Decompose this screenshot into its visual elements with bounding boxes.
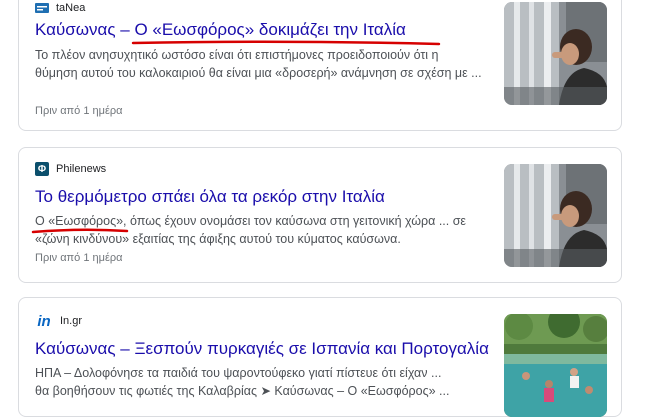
news-source: taNea: [35, 1, 85, 15]
woman-at-fountain-thumbnail[interactable]: [504, 164, 607, 267]
phi-icon: Φ: [35, 162, 49, 176]
source-name: In.gr: [60, 315, 83, 327]
snippet-line: Το πλέον ανησυχητικό ωστόσο είναι ότι επ…: [35, 48, 439, 62]
news-card-2[interactable]: Φ Philenews Το θερμόμετρο σπάει όλα τα ρ…: [18, 147, 622, 283]
snippet-line: ΗΠΑ – Δολοφόνησε τα παιδιά του ψαροντούφ…: [35, 366, 442, 380]
news-title-link[interactable]: Καύσωνας – Ξεσπούν πυρκαγιές σε Ισπανία …: [35, 339, 489, 359]
in-logo-icon: in: [37, 312, 51, 330]
woman-at-fountain-thumbnail[interactable]: [504, 2, 607, 105]
red-underline-annotation: [31, 228, 129, 234]
timestamp: Πριν από 1 ημέρα: [35, 105, 123, 117]
news-snippet: ΗΠΑ – Δολοφόνησε τα παιδιά του ψαροντούφ…: [35, 364, 490, 400]
news-snippet: Το πλέον ανησυχητικό ωστόσο είναι ότι επ…: [35, 46, 490, 82]
snippet-line: θύμηση αυτού του καλοκαιριού θα είναι μι…: [35, 66, 482, 80]
source-name: Philenews: [56, 163, 107, 175]
news-card-3[interactable]: in In.gr Καύσωνας – Ξεσπούν πυρκαγιές σε…: [18, 297, 622, 417]
news-source: Φ Philenews: [35, 162, 106, 176]
news-source: in In.gr: [35, 312, 83, 330]
news-title-link[interactable]: Το θερμόμετρο σπάει όλα τα ρεκόρ στην Ιτ…: [35, 187, 385, 207]
timestamp: Πριν από 1 ημέρα: [35, 252, 123, 264]
source-name: taNea: [56, 2, 86, 14]
news-card-1[interactable]: taNea Καύσωνας – Ο «Εωσφόρος» δοκιμάζει …: [18, 0, 622, 131]
people-swimming-river-thumbnail[interactable]: [504, 314, 607, 417]
news-title-link[interactable]: Καύσωνας – Ο «Εωσφόρος» δοκιμάζει την Ιτ…: [35, 20, 406, 40]
snippet-line: θα βοηθήσουν τις φωτιές της Καλαβρίας ➤ …: [35, 384, 450, 398]
tanea-favicon-icon: [35, 1, 49, 15]
